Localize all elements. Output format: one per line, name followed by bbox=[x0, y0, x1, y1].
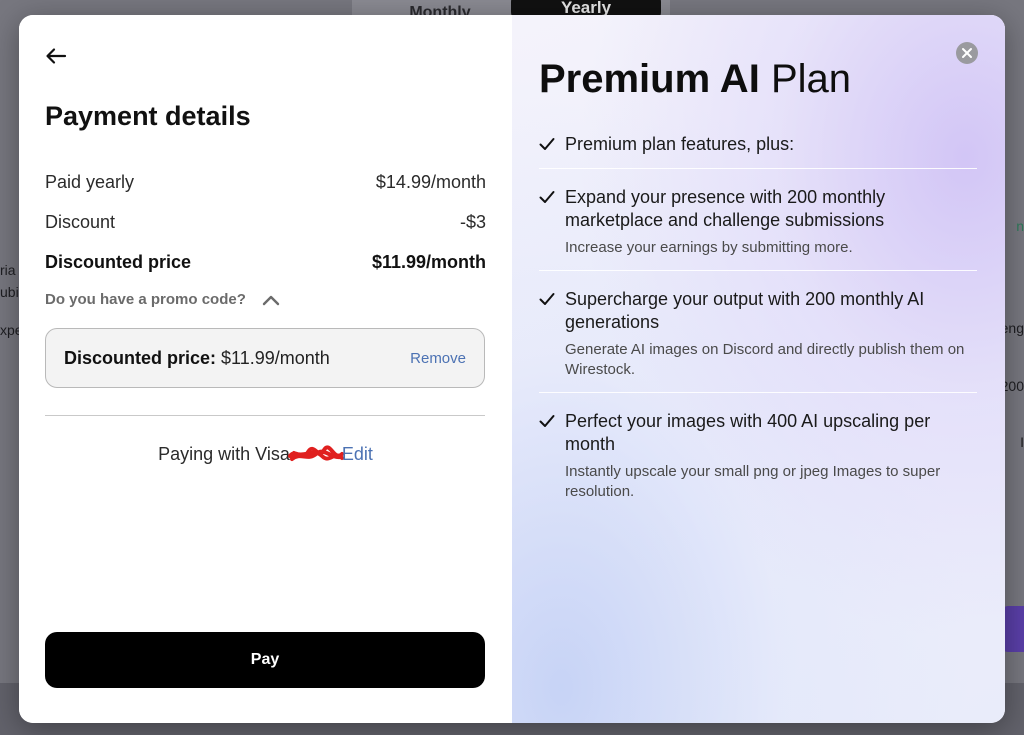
promo-applied-value: $11.99/month bbox=[221, 347, 330, 368]
price-row-paid-yearly: Paid yearly $14.99/month bbox=[45, 172, 486, 193]
feature-list: Premium plan features, plus: Expand your… bbox=[539, 133, 977, 531]
feature-title: Supercharge your output with 200 monthly… bbox=[565, 289, 925, 332]
plan-panel: Premium AI Plan Premium plan features, p… bbox=[512, 15, 1005, 723]
price-row-discount: Discount -$3 bbox=[45, 212, 486, 233]
plan-title-regular: Plan bbox=[770, 57, 851, 101]
price-row-discounted: Discounted price $11.99/month bbox=[45, 252, 486, 273]
row-label: Discounted price bbox=[45, 252, 192, 272]
promo-applied-box: Discounted price: $11.99/month Remove bbox=[45, 328, 485, 388]
feature-item: Premium plan features, plus: bbox=[539, 133, 977, 169]
arrow-left-icon[interactable] bbox=[45, 45, 67, 67]
feature-description: Increase your earnings by submitting mor… bbox=[565, 239, 853, 256]
check-icon bbox=[539, 415, 555, 427]
close-icon[interactable] bbox=[956, 42, 978, 64]
promo-code-toggle[interactable]: Do you have a promo code? bbox=[45, 291, 280, 308]
feature-description: Instantly upscale your small png or jpeg… bbox=[565, 463, 941, 500]
feature-item: Perfect your images with 400 AI upscalin… bbox=[539, 410, 977, 514]
payment-method: Paying with Visa Edit bbox=[19, 444, 512, 466]
bg-fragment: n bbox=[1016, 218, 1024, 234]
plan-title: Premium AI Plan bbox=[539, 57, 851, 102]
feature-description: Generate AI images on Discord and direct… bbox=[565, 341, 965, 378]
feature-title: Perfect your images with 400 AI upscalin… bbox=[565, 411, 931, 454]
page-title: Payment details bbox=[45, 101, 251, 131]
pay-button[interactable]: Pay bbox=[45, 632, 485, 688]
feature-title: Expand your presence with 200 monthly ma… bbox=[565, 187, 886, 230]
bg-fragment: ubi bbox=[0, 284, 19, 300]
bg-fragment: ria bbox=[0, 262, 16, 278]
row-value: -$3 bbox=[459, 212, 486, 232]
feature-item: Supercharge your output with 200 monthly… bbox=[539, 288, 977, 393]
row-label: Paid yearly bbox=[45, 172, 135, 192]
promo-applied-text: Discounted price: $11.99/month bbox=[64, 348, 330, 369]
promo-applied-label: Discounted price: bbox=[64, 347, 217, 368]
redaction-scribble bbox=[287, 445, 344, 462]
chevron-up-icon bbox=[262, 295, 280, 305]
feature-title: Premium plan features, plus: bbox=[565, 134, 795, 154]
feature-item: Expand your presence with 200 monthly ma… bbox=[539, 186, 977, 271]
check-icon bbox=[539, 138, 555, 150]
promo-question: Do you have a promo code? bbox=[45, 291, 246, 308]
row-value: $14.99/month bbox=[375, 172, 486, 192]
bg-button-edge bbox=[1002, 606, 1024, 652]
bg-fragment: I bbox=[1020, 434, 1024, 450]
divider bbox=[45, 415, 485, 416]
edit-payment-link[interactable]: Edit bbox=[342, 444, 373, 464]
row-label: Discount bbox=[45, 212, 116, 232]
check-icon bbox=[539, 191, 555, 203]
payment-modal: Payment details Paid yearly $14.99/month… bbox=[19, 15, 1005, 723]
row-value: $11.99/month bbox=[371, 252, 486, 272]
paying-with-text: Paying with Visa bbox=[158, 444, 290, 464]
payment-panel: Payment details Paid yearly $14.99/month… bbox=[19, 15, 512, 723]
plan-title-bold: Premium AI bbox=[539, 57, 760, 101]
check-icon bbox=[539, 293, 555, 305]
remove-promo-link[interactable]: Remove bbox=[410, 350, 466, 367]
